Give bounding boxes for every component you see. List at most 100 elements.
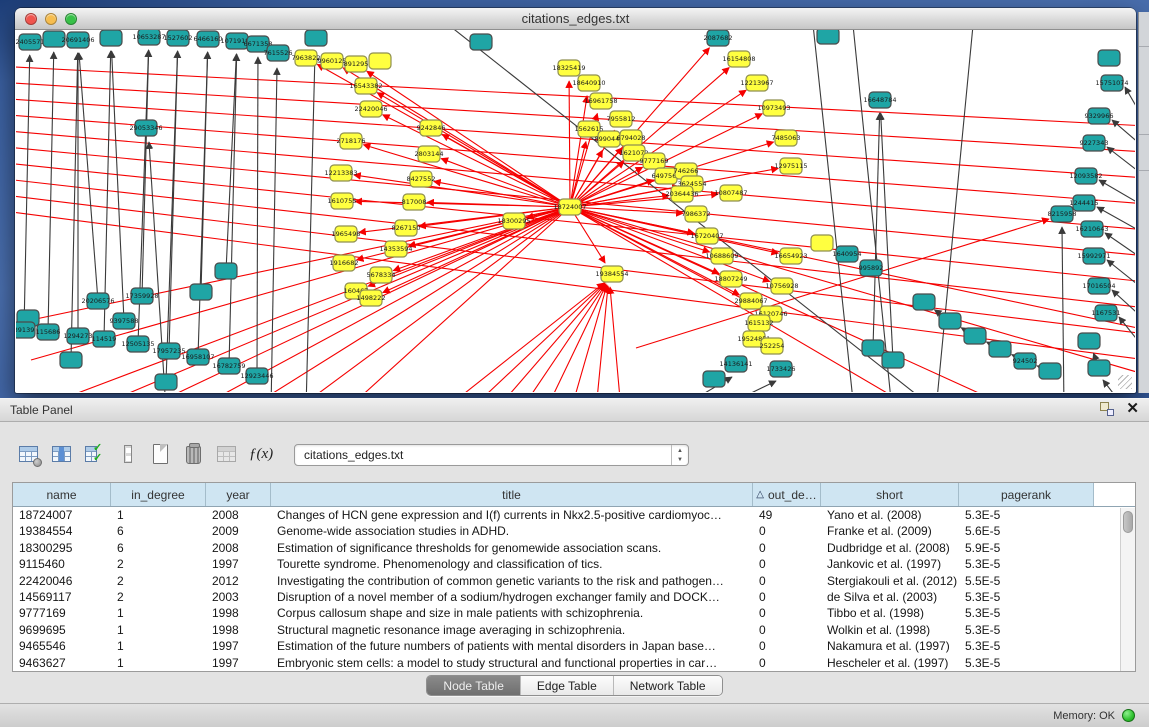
graph-node[interactable] [862,340,884,356]
column-header-label: in_degree [131,488,184,502]
graph-node-label: 8267150 [392,224,421,232]
tab-network-table[interactable]: Network Table [614,676,722,695]
cell-short: Stergiakouli et al. (2012) [821,573,959,589]
table-row[interactable]: 1872400712008Changes of HCN gene express… [13,507,1135,523]
table-settings-icon[interactable] [18,442,42,468]
table-row[interactable]: 911546021997Tourette syndrome. Phenomeno… [13,556,1135,572]
graph-node[interactable] [1078,333,1100,349]
graph-node[interactable] [190,284,212,300]
column-header-in_degree[interactable]: in_degree [111,483,206,506]
table-select-value: citations_edges.txt [304,448,403,462]
table-row[interactable]: 1830029562008Estimation of significance … [13,540,1135,556]
table-row[interactable]: 977716911998Corpus callosum shape and si… [13,605,1135,621]
column-header-label: name [46,488,76,502]
cell-in_degree: 6 [111,523,206,539]
graph-edge [166,51,178,382]
graph-node-label: 1167531 [1092,309,1121,317]
row-options-icon[interactable] [117,442,141,468]
resize-grip[interactable] [1118,375,1132,389]
graph-node-label: 17016504 [1082,282,1115,290]
table-row[interactable]: 946362711997Embryonic stem cells: a mode… [13,655,1135,671]
table-body: 1872400712008Changes of HCN gene express… [13,507,1135,671]
cell-title: Disruption of a novel member of a sodium… [271,589,753,605]
graph-edge [471,283,605,392]
cell-short: Tibbo et al. (1998) [821,605,959,621]
cell-name: 14569117 [13,589,111,605]
graph-edge [1062,227,1064,392]
graph-node[interactable] [470,34,492,50]
cell-title: Structural magnetic resonance image aver… [271,622,753,638]
graph-node-label: 924502 [1013,357,1038,365]
graph-node[interactable] [882,352,904,368]
graph-node-label: 10688609 [705,252,738,260]
graph-node-label: 1610755 [328,197,357,205]
graph-node[interactable] [215,263,237,279]
graph-edge [24,55,30,330]
cell-short: Wolkin et al. (1998) [821,622,959,638]
table-panel: Table Panel ✕ ✓✓ ƒ(x) citations_edges.tx… [0,398,1149,727]
table-row[interactable]: 1938455462009Genome-wide association stu… [13,523,1135,539]
graph-node[interactable] [1088,360,1110,376]
function-builder-icon[interactable]: ƒ(x) [249,442,273,468]
column-header-out_de[interactable]: △out_de… [753,483,821,506]
column-header-label: out_de… [768,488,817,502]
graph-node[interactable] [1039,363,1061,379]
graph-node[interactable] [913,294,935,310]
cell-out_de: 0 [753,589,821,605]
graph-node-label: 2718176 [337,137,366,145]
cell-in_degree: 1 [111,507,206,523]
graph-node[interactable] [811,235,833,251]
graph-node-label: 20206576 [81,297,114,305]
table-row[interactable]: 2242004622012Investigating the contribut… [13,573,1135,589]
graph-node-label: 15751074 [1095,79,1128,87]
float-panel-icon[interactable] [1100,402,1114,416]
cell-out_de: 0 [753,622,821,638]
graph-node-label: 15992971 [1077,252,1110,260]
cell-title: Embryonic stem cells: a model to study s… [271,655,753,671]
graph-node[interactable] [369,53,391,69]
column-header-name[interactable]: name [13,483,111,506]
window-titlebar[interactable]: citations_edges.txt [15,8,1136,30]
graph-node[interactable] [703,371,725,387]
cell-title: Corpus callosum shape and size in male p… [271,605,753,621]
cell-title: Tourette syndrome. Phenomenology and cla… [271,556,753,572]
column-header-title[interactable]: title [271,483,753,506]
cell-pagerank: 5.3E-5 [959,638,1094,654]
table-select-dropdown[interactable]: citations_edges.txt ▲▼ [294,444,689,466]
network-canvas[interactable]: 2405571206914061065328715276026466160107… [16,30,1135,392]
cell-name: 9463627 [13,655,111,671]
graph-node[interactable] [964,328,986,344]
tab-node-table[interactable]: Node Table [427,676,521,695]
cell-pagerank: 5.3E-5 [959,556,1094,572]
graph-node-label: 14353594 [379,245,412,253]
vertical-scrollbar[interactable] [1120,508,1135,671]
network-window: citations_edges.txt 24055712069140610653… [15,8,1136,393]
tab-edge-table[interactable]: Edge Table [521,676,614,695]
column-header-year[interactable]: year [206,483,271,506]
edit-columns-icon[interactable] [51,442,75,468]
graph-node[interactable] [100,30,122,46]
graph-node[interactable] [939,313,961,329]
create-table-icon[interactable] [150,442,174,468]
graph-node[interactable] [1098,50,1120,66]
graph-node-label: 1294273 [64,332,93,340]
table-row[interactable]: 1456911722003Disruption of a novel membe… [13,589,1135,605]
column-header-pagerank[interactable]: pagerank [959,483,1094,506]
table-row[interactable]: 946554611997Estimation of the future num… [13,638,1135,654]
delete-table-icon[interactable] [183,442,207,468]
graph-edge [201,52,208,292]
graph-node-label: 12213967 [740,79,773,87]
cell-short: Jankovic et al. (1997) [821,556,959,572]
graph-node[interactable] [989,341,1011,357]
graph-node[interactable] [305,30,327,46]
graph-node[interactable] [60,352,82,368]
graph-node[interactable] [817,30,839,44]
table-row[interactable]: 969969511998Structural magnetic resonanc… [13,622,1135,638]
scrollbar-thumb[interactable] [1123,511,1133,533]
graph-node[interactable] [155,374,177,390]
column-header-short[interactable]: short [821,483,959,506]
graph-edge [610,287,621,392]
select-columns-icon[interactable]: ✓✓ [84,442,108,468]
close-panel-icon[interactable]: ✕ [1126,402,1139,416]
graph-edge [226,54,236,271]
